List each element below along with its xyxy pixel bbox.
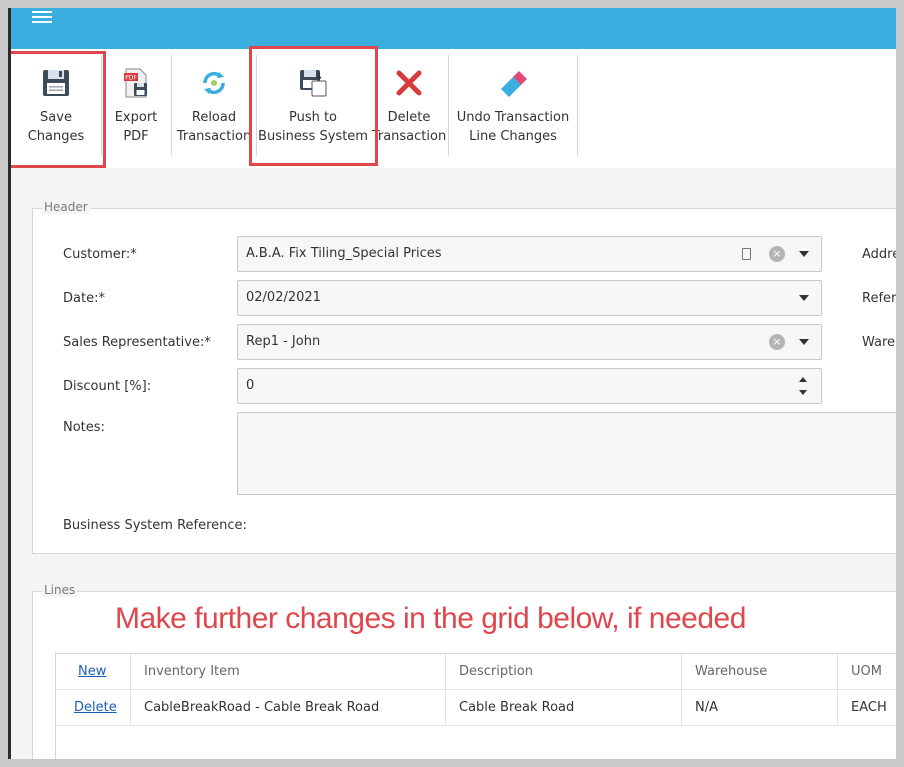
- undo-label-1: Undo Transaction: [456, 110, 570, 125]
- cell-inventory-item[interactable]: CableBreakRoad - Cable Break Road: [130, 690, 379, 726]
- content-area: Header Customer:* A.B.A. Fix Tiling_Spec…: [11, 168, 896, 759]
- highlight-save: [11, 51, 106, 168]
- undo-label-2: Line Changes: [469, 129, 557, 144]
- notes-textarea[interactable]: [237, 412, 896, 495]
- column-header-item[interactable]: Inventory Item: [130, 654, 240, 690]
- app-window: Save Changes PDF Export PDF Reload Trans…: [8, 8, 896, 759]
- chevron-down-icon[interactable]: [799, 295, 809, 301]
- business-system-reference-label: Business System Reference:: [63, 518, 247, 533]
- delete-line-link[interactable]: Delete: [60, 690, 117, 726]
- header-legend: Header: [42, 200, 90, 214]
- export-label-1: Export: [114, 110, 158, 125]
- reload-icon: [203, 71, 225, 95]
- grid-header-row: New Inventory Item Description Warehouse…: [56, 654, 896, 690]
- date-label: Date:*: [63, 291, 105, 306]
- annotation-text: Make further changes in the grid below, …: [115, 602, 746, 635]
- clear-icon[interactable]: ×: [769, 246, 785, 262]
- column-header-description[interactable]: Description: [445, 654, 533, 690]
- sales-rep-select[interactable]: Rep1 - John ×: [237, 324, 822, 360]
- decrement-icon[interactable]: [799, 390, 807, 395]
- reference-label: Refer: [862, 291, 896, 306]
- sales-rep-value: Rep1 - John: [246, 334, 321, 349]
- table-row[interactable]: Delete CableBreakRoad - Cable Break Road…: [56, 690, 896, 726]
- eraser-icon: [501, 71, 527, 97]
- delete-label-2: Transaction: [371, 129, 447, 144]
- warehouse-label: Wareh: [862, 335, 896, 350]
- discount-value: 0: [246, 378, 255, 393]
- customer-value: A.B.A. Fix Tiling_Special Prices: [246, 246, 442, 261]
- grid-empty-area: [56, 726, 896, 759]
- date-value: 02/02/2021: [246, 290, 321, 305]
- increment-icon[interactable]: [799, 377, 807, 382]
- chevron-down-icon[interactable]: [799, 251, 809, 257]
- svg-text:PDF: PDF: [125, 75, 137, 82]
- cell-uom[interactable]: EACH: [837, 690, 887, 726]
- chevron-down-icon[interactable]: [799, 339, 809, 345]
- lines-grid: New Inventory Item Description Warehouse…: [55, 653, 896, 759]
- menu-icon[interactable]: [32, 11, 52, 25]
- export-pdf-button[interactable]: PDF Export PDF: [102, 55, 170, 157]
- customer-label: Customer:*: [63, 247, 137, 262]
- export-label-2: PDF: [123, 129, 149, 144]
- discount-stepper[interactable]: 0: [237, 368, 822, 404]
- lines-legend: Lines: [42, 583, 78, 597]
- address-label: Addre: [862, 247, 896, 262]
- reload-label-1: Reload: [191, 110, 237, 125]
- notes-label: Notes:: [63, 420, 105, 435]
- reload-transaction-button[interactable]: Reload Transaction: [172, 55, 256, 157]
- delete-label-1: Delete: [387, 110, 431, 125]
- date-picker[interactable]: 02/02/2021: [237, 280, 822, 316]
- top-bar: [11, 8, 896, 49]
- toolbar-divider: [577, 55, 578, 155]
- highlight-push: [249, 46, 378, 166]
- document-icon[interactable]: [742, 248, 751, 260]
- cell-warehouse[interactable]: N/A: [681, 690, 718, 726]
- customer-select[interactable]: A.B.A. Fix Tiling_Special Prices ×: [237, 236, 822, 272]
- pdf-export-icon: PDF: [124, 68, 147, 98]
- column-header-uom[interactable]: UOM: [837, 654, 882, 690]
- undo-line-changes-button[interactable]: Undo Transaction Line Changes: [449, 55, 577, 157]
- cell-description[interactable]: Cable Break Road: [445, 690, 574, 726]
- reload-label-2: Transaction: [176, 129, 252, 144]
- sales-rep-label: Sales Representative:*: [63, 335, 211, 350]
- discount-label: Discount [%]:: [63, 379, 152, 394]
- column-header-warehouse[interactable]: Warehouse: [681, 654, 767, 690]
- new-line-link[interactable]: New: [64, 654, 106, 690]
- clear-icon[interactable]: ×: [769, 334, 785, 350]
- delete-transaction-button[interactable]: Delete Transaction: [371, 55, 447, 157]
- toolbar: Save Changes PDF Export PDF Reload Trans…: [11, 46, 896, 168]
- delete-x-icon: [396, 70, 422, 96]
